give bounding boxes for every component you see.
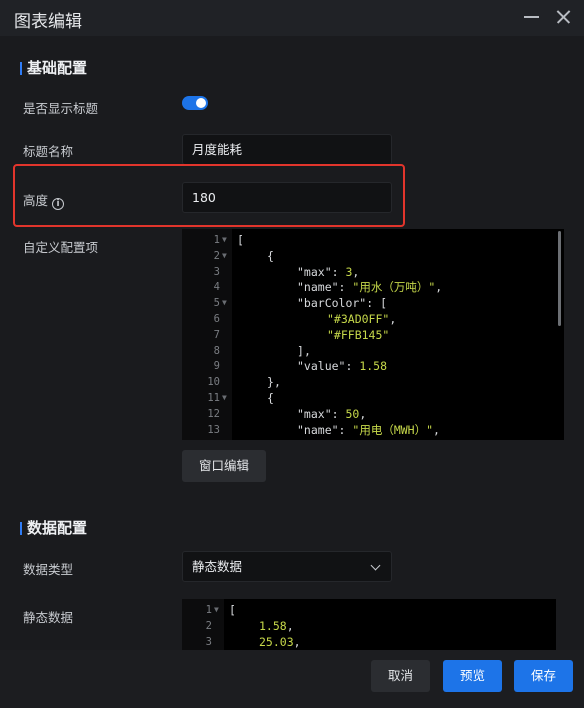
line-number: 7 [213, 328, 220, 341]
code-line[interactable]: 6 "#3AD0FF", [182, 311, 564, 327]
code-line[interactable]: 5 ▼ "barColor": [ [182, 295, 564, 311]
minimize-icon[interactable] [521, 6, 543, 28]
line-number: 3 [205, 635, 212, 648]
preview-button[interactable]: 预览 [443, 660, 502, 692]
fold-arrow-icon[interactable]: ▼ [222, 295, 227, 311]
chevron-down-icon [370, 560, 381, 571]
code-text: "max": 50, [297, 406, 367, 421]
code-line[interactable]: 2 1.58, [182, 618, 556, 634]
line-number: 13 [207, 423, 220, 436]
static-data-editor[interactable]: 1 ▼ [2 1.58, 3 25.03, [182, 599, 556, 650]
height-label: 高度 i [23, 190, 65, 210]
code-line[interactable]: 4 "name": "用水（万吨）", [182, 279, 564, 295]
data-type-select[interactable]: 静态数据 [182, 551, 392, 582]
line-number: 3 [213, 265, 220, 278]
data-type-value: 静态数据 [192, 559, 243, 574]
code-line[interactable]: 9 "value": 1.58 [182, 358, 564, 374]
section-title-data: 数据配置 [20, 519, 87, 537]
code-text: [ [237, 233, 244, 247]
line-number: 6 [213, 313, 220, 325]
line-number: 11 [207, 392, 220, 404]
code-line[interactable]: 3 "max": 3, [182, 264, 564, 280]
code-line[interactable]: 2 ▼ { [182, 248, 564, 264]
line-number: 1 [205, 604, 212, 616]
custom-config-label: 自定义配置项 [23, 240, 99, 255]
dialog-footer: 取消 预览 保存 [0, 650, 584, 708]
code-text: { [267, 391, 274, 405]
line-number: 2 [213, 249, 220, 262]
fold-arrow-icon[interactable]: ▼ [222, 232, 227, 248]
window-edit-button[interactable]: 窗口编辑 [182, 450, 266, 482]
static-data-label: 静态数据 [23, 610, 74, 625]
code-text: { [267, 248, 274, 263]
fold-arrow-icon[interactable]: ▼ [222, 248, 227, 264]
info-icon[interactable]: i [52, 198, 65, 210]
title-name-label: 标题名称 [23, 144, 74, 159]
line-number: 2 [205, 619, 212, 632]
code-text: }, [267, 375, 281, 390]
show-title-toggle[interactable] [182, 96, 208, 110]
cancel-button[interactable]: 取消 [371, 660, 430, 692]
section-title-basic: 基础配置 [20, 59, 87, 77]
dialog-body[interactable]: 基础配置 是否显示标题 标题名称 月度能耗 高度 i 180 自定义配置项 1 ▼[… [0, 36, 584, 650]
code-text: [ [229, 603, 236, 617]
title-name-input[interactable]: 月度能耗 [182, 134, 392, 165]
fold-arrow-icon[interactable]: ▼ [214, 602, 219, 618]
line-number: 4 [213, 281, 220, 294]
save-button[interactable]: 保存 [514, 660, 573, 692]
code-text: "value": 1.58 [297, 359, 388, 374]
code-line[interactable]: 1 ▼ [ [182, 602, 556, 618]
height-input[interactable]: 180 [182, 182, 392, 213]
code-line[interactable]: 3 25.03, [182, 634, 556, 650]
code-text: "barColor": [ [297, 296, 388, 311]
dialog-titlebar: 图表编辑 [0, 0, 584, 36]
code-line[interactable]: 10}, [182, 374, 564, 390]
code-line[interactable]: 1 ▼ [ [182, 232, 564, 248]
line-number: 8 [213, 344, 220, 357]
line-number: 1 [213, 234, 220, 246]
code-line[interactable]: 8], [182, 343, 564, 359]
fold-arrow-icon[interactable]: ▼ [222, 390, 227, 406]
code-text: 1.58, [259, 618, 294, 633]
data-type-label: 数据类型 [23, 562, 74, 577]
line-number: 12 [207, 407, 220, 420]
line-number: 10 [207, 376, 220, 389]
code-text: "name": "用水（万吨）", [297, 280, 443, 295]
code-line[interactable]: 13 "name": "用电（MWH）", [182, 422, 564, 438]
code-text: ], [297, 343, 311, 358]
height-label-text: 高度 [23, 193, 49, 208]
code-text: "#FFB145" [327, 327, 390, 342]
code-text: "max": 3, [297, 264, 360, 279]
custom-config-editor[interactable]: 1 ▼[2 ▼{3 "max": 3, 4 "name": "用水（万吨）", 5 ▼ "bar… [182, 229, 564, 440]
code-text: "name": "用电（MWH）", [297, 422, 440, 437]
dialog-title: 图表编辑 [14, 12, 82, 32]
code-line[interactable]: 11 ▼ { [182, 390, 564, 406]
show-title-label: 是否显示标题 [23, 101, 99, 116]
line-number: 9 [213, 360, 220, 373]
code-text: 25.03, [259, 634, 301, 649]
code-line[interactable]: 12 "max": 50, [182, 406, 564, 422]
code-line[interactable]: 7 "#FFB145" [182, 327, 564, 343]
close-icon[interactable] [553, 6, 575, 28]
line-number: 5 [213, 297, 220, 310]
code-text: "#3AD0FF", [327, 312, 397, 326]
